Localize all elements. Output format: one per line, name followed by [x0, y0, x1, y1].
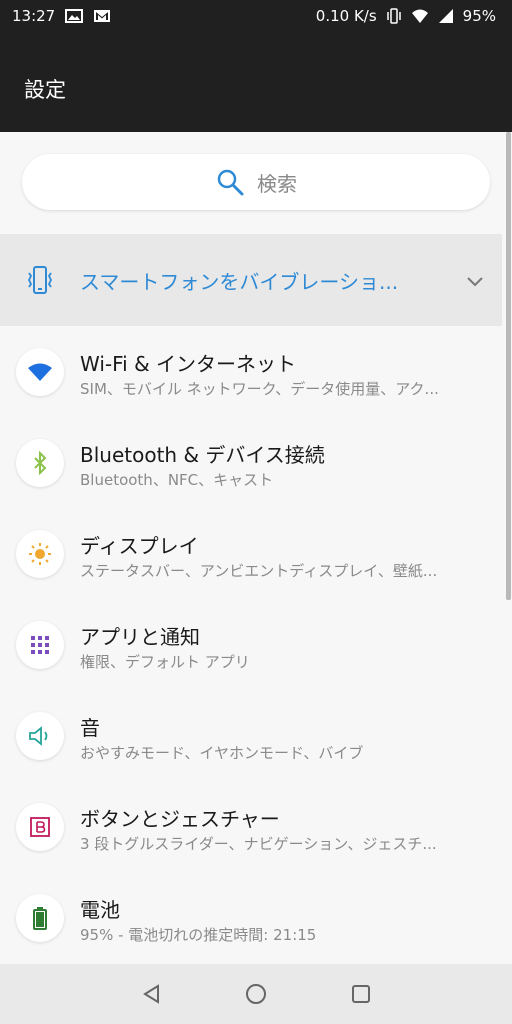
settings-list: Wi-Fi & インターネット SIM、モバイル ネットワーク、データ使用量、ア… [0, 326, 502, 963]
gmail-icon [94, 10, 111, 22]
settings-item-subtitle: 3 段トグルスライダー、ナビゲーション、ジェスチ... [80, 835, 437, 853]
chevron-down-icon[interactable] [466, 274, 484, 288]
settings-item-subtitle: SIM、モバイル ネットワーク、データ使用量、アク... [80, 380, 439, 398]
signal-icon [438, 9, 453, 23]
status-bar: 13:27 0.10 K/s 95% [0, 0, 512, 32]
app-bar: 設定 [0, 32, 512, 132]
settings-item-subtitle: 95% - 電池切れの推定時間: 21:15 [80, 926, 317, 944]
settings-item-subtitle: 権限、デフォルト アプリ [80, 653, 250, 671]
buttons-icon [30, 817, 50, 837]
search-placeholder: 検索 [257, 171, 297, 196]
vibration-suggestion-text: スマートフォンをバイブレーショ... [80, 270, 399, 294]
settings-item-title: Bluetooth & デバイス接続 [80, 443, 325, 467]
settings-item-title: ボタンとジェスチャー [80, 807, 280, 831]
settings-item-subtitle: おやすみモード、イヤホンモード、バイブ [80, 744, 364, 762]
battery-icon [33, 907, 47, 930]
wifi-icon [28, 363, 52, 381]
net-speed: 0.10 K/s [315, 7, 377, 25]
settings-item-battery[interactable]: 電池 95% - 電池切れの推定時間: 21:15 [0, 872, 502, 963]
navigation-bar [0, 964, 512, 1024]
brightness-icon [29, 543, 51, 565]
back-icon[interactable] [140, 982, 164, 1006]
search-icon [217, 169, 244, 196]
settings-item-title: アプリと通知 [80, 625, 200, 649]
settings-item-title: ディスプレイ [80, 534, 199, 558]
vibrate-phone-icon [27, 266, 53, 294]
vibrate-icon [386, 8, 401, 24]
apps-grid-icon [31, 636, 49, 654]
settings-item-title: 電池 [80, 898, 120, 922]
settings-item-buttons-gestures[interactable]: ボタンとジェスチャー 3 段トグルスライダー、ナビゲーション、ジェスチ... [0, 781, 502, 872]
scrollbar[interactable] [506, 132, 511, 600]
settings-item-title: Wi-Fi & インターネット [80, 352, 297, 376]
settings-item-wifi[interactable]: Wi-Fi & インターネット SIM、モバイル ネットワーク、データ使用量、ア… [0, 326, 502, 417]
search-bar[interactable]: 検索 [22, 154, 490, 210]
status-time: 13:27 [12, 7, 56, 25]
bluetooth-icon [34, 451, 47, 475]
settings-item-sound[interactable]: 音 おやすみモード、イヤホンモード、バイブ [0, 690, 502, 781]
settings-item-title: 音 [80, 716, 100, 740]
settings-item-subtitle: ステータスバー、アンビエントディスプレイ、壁紙... [80, 562, 438, 580]
vibration-suggestion[interactable]: スマートフォンをバイブレーショ... [0, 234, 502, 326]
recents-icon[interactable] [349, 982, 373, 1006]
settings-item-bluetooth[interactable]: Bluetooth & デバイス接続 Bluetooth、NFC、キャスト [0, 417, 502, 508]
settings-item-display[interactable]: ディスプレイ ステータスバー、アンビエントディスプレイ、壁紙... [0, 508, 502, 599]
home-icon[interactable] [244, 982, 268, 1006]
page-title: 設定 [24, 78, 66, 102]
battery-percent: 95% [462, 7, 496, 25]
volume-icon [29, 726, 48, 746]
settings-item-apps[interactable]: アプリと通知 権限、デフォルト アプリ [0, 599, 502, 690]
image-icon [65, 9, 84, 23]
wifi-icon [411, 9, 428, 23]
settings-item-subtitle: Bluetooth、NFC、キャスト [80, 471, 274, 489]
